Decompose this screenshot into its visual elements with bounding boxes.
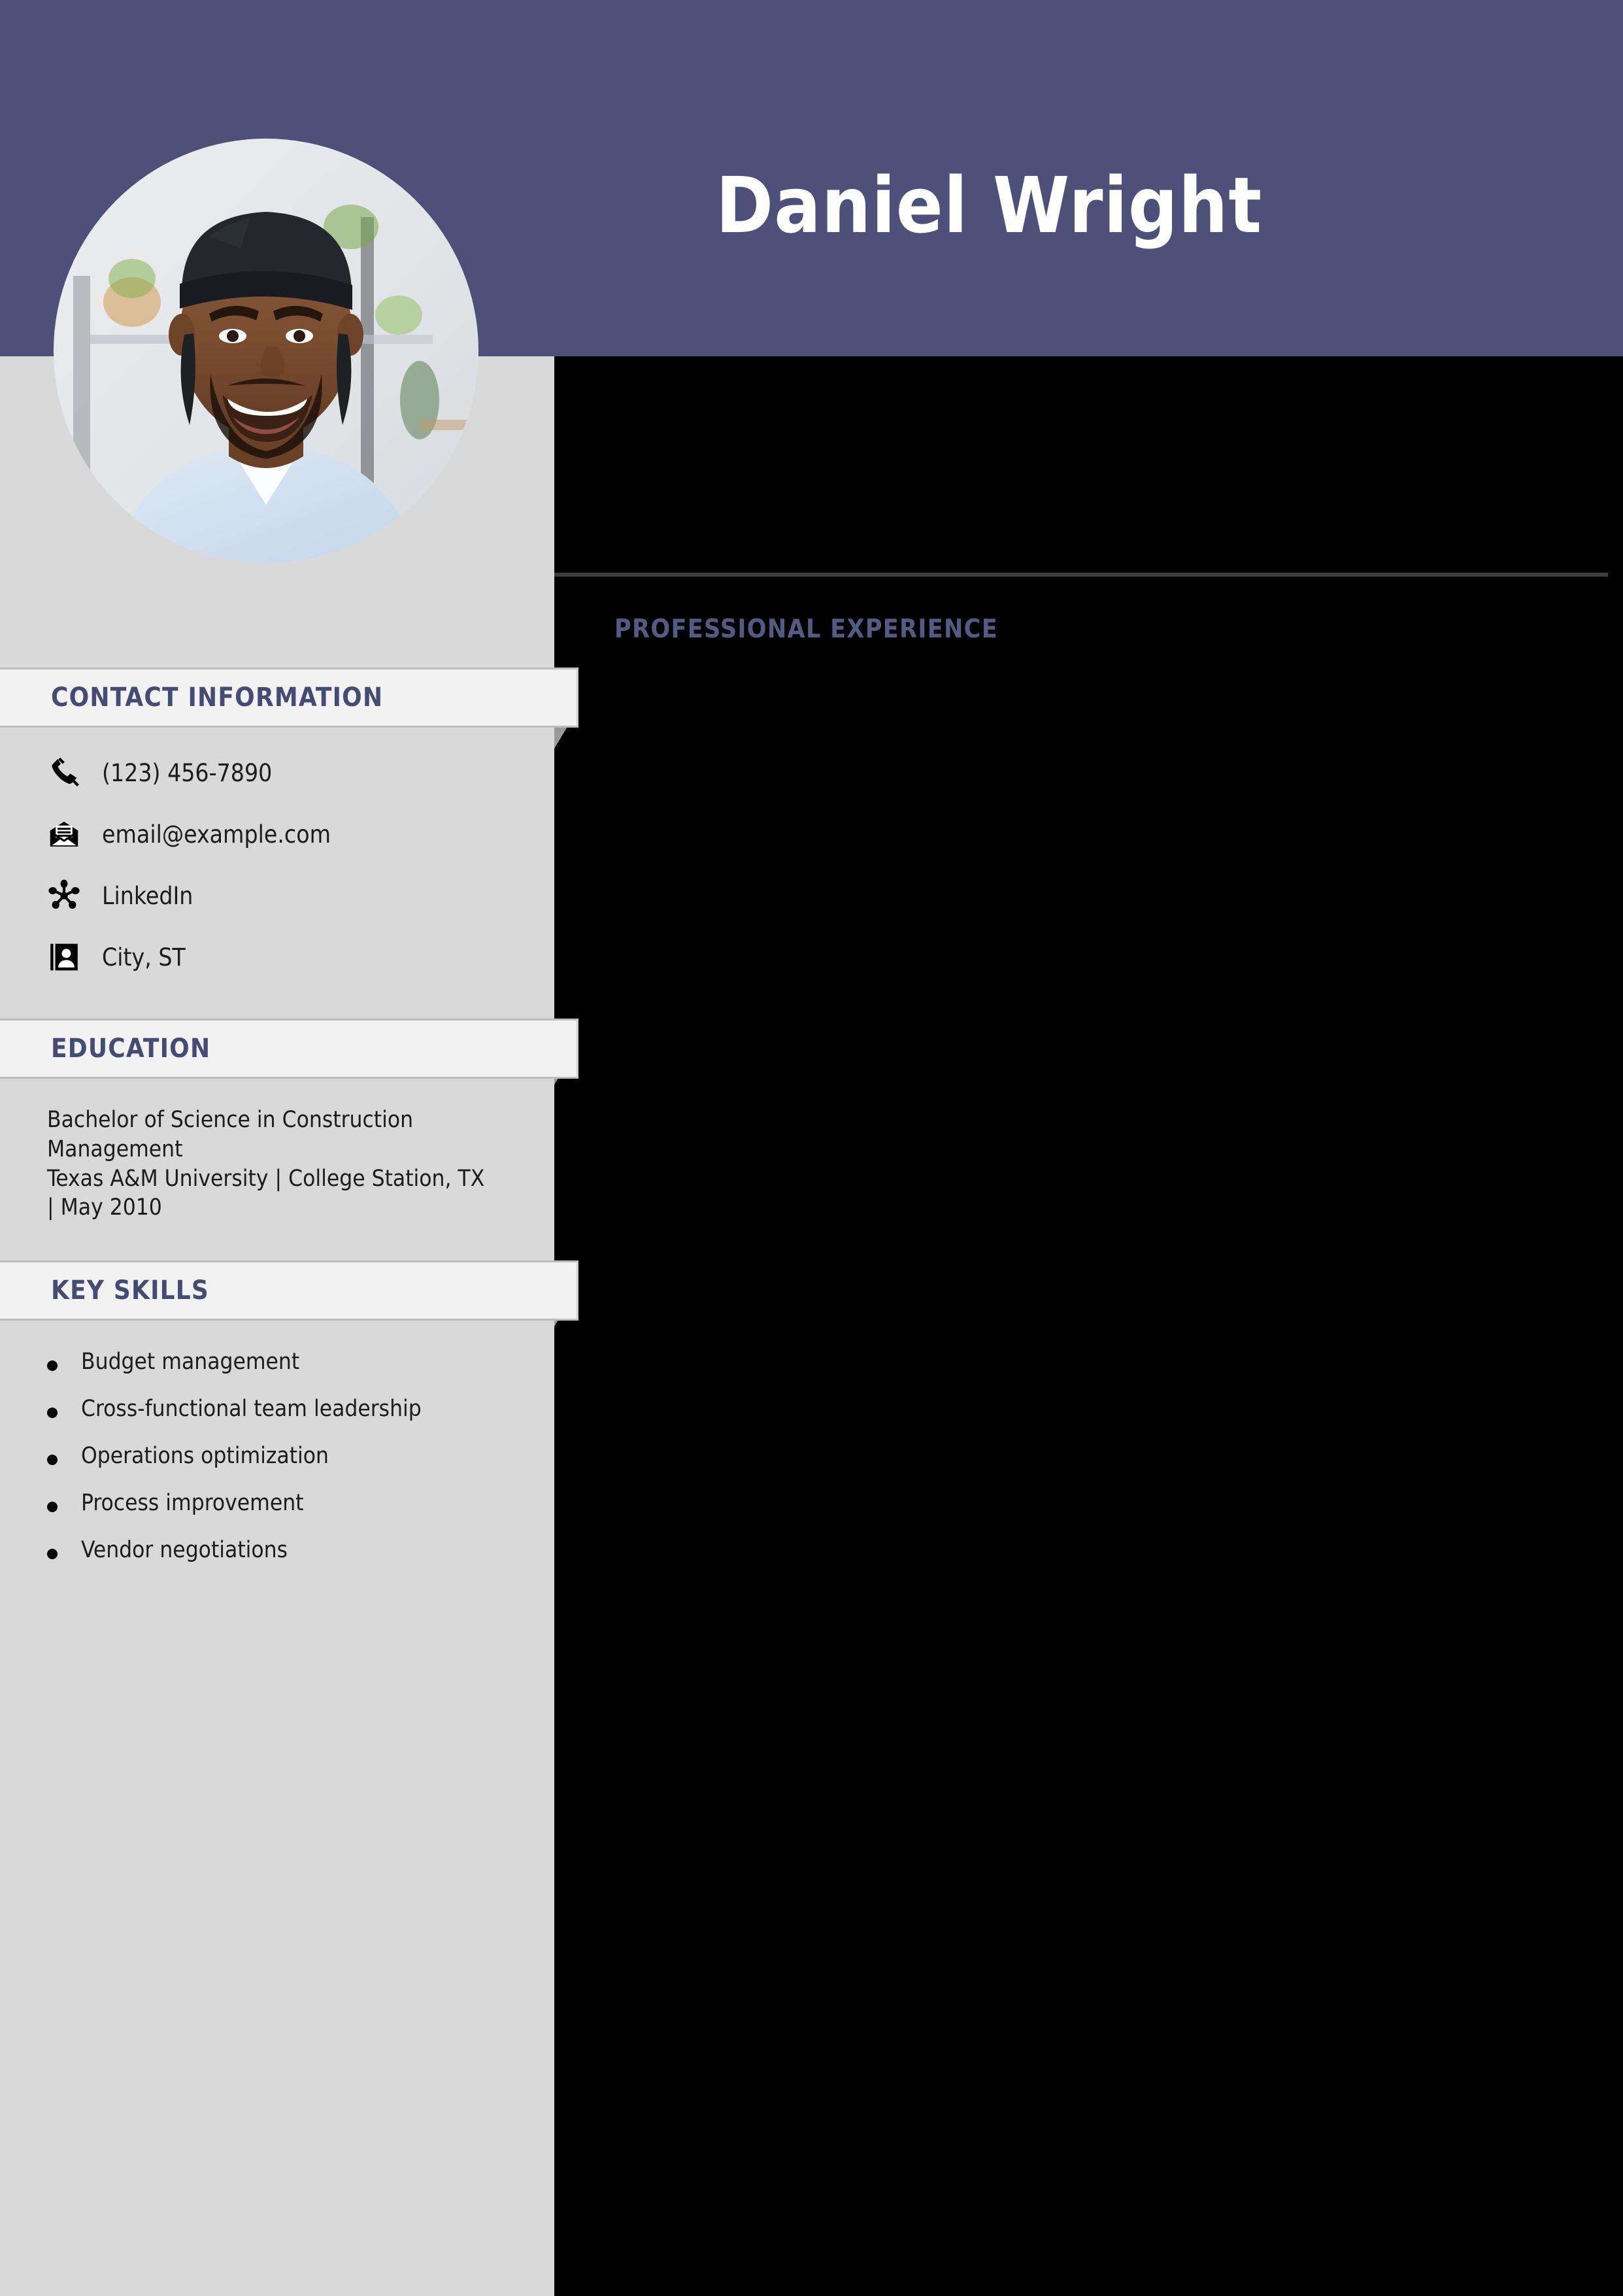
contact-row-linkedin[interactable]: LinkedIn (0, 865, 554, 926)
contact-section-title: CONTACT INFORMATION (51, 683, 384, 713)
bullet-icon (47, 1408, 58, 1418)
main-column (554, 356, 1623, 2296)
bullet-icon (47, 1549, 58, 1559)
contact-information-list: (123) 456-7890 email@example.com LinkedI… (0, 742, 554, 988)
sidebar-section-header-education: EDUCATION (0, 1019, 578, 1079)
skills-section-title: KEY SKILLS (51, 1275, 210, 1306)
contact-card-icon (47, 940, 90, 974)
avatar (54, 139, 478, 564)
page-title: Daniel Wright (716, 160, 1263, 250)
contact-value-location: City, ST (102, 943, 186, 971)
education-line: Texas A&M University | College Station, … (47, 1165, 485, 1192)
bullet-icon (47, 1360, 58, 1371)
education-line: Management (47, 1136, 183, 1162)
list-item: Cross-functional team leadership (47, 1396, 515, 1422)
list-item: Vendor negotiations (47, 1537, 515, 1563)
skill-label: Process improvement (81, 1490, 304, 1516)
education-line: | May 2010 (47, 1194, 162, 1221)
bullet-icon (47, 1502, 58, 1512)
skill-label: Operations optimization (81, 1443, 329, 1469)
list-item: Process improvement (47, 1490, 515, 1516)
contact-row-email[interactable]: email@example.com (0, 803, 554, 865)
professional-experience-section-title: PROFESSIONAL EXPERIENCE (614, 615, 998, 644)
sidebar-section-header-skills: KEY SKILLS (0, 1260, 578, 1321)
skill-label: Budget management (81, 1349, 300, 1375)
main-divider (554, 573, 1608, 577)
skill-label: Vendor negotiations (81, 1537, 288, 1563)
skill-label: Cross-functional team leadership (81, 1396, 422, 1422)
network-hub-icon (47, 879, 90, 913)
resume-page: Daniel Wright CONTACT INFORMATION (123) … (0, 0, 1623, 2296)
contact-row-phone[interactable]: (123) 456-7890 (0, 742, 554, 803)
education-section-title: EDUCATION (51, 1034, 211, 1064)
phone-icon (47, 756, 90, 790)
envelope-icon (47, 817, 90, 851)
list-item: Budget management (47, 1349, 515, 1375)
sidebar-section-header-contact: CONTACT INFORMATION (0, 667, 578, 728)
list-item: Operations optimization (47, 1443, 515, 1469)
education-body: Bachelor of Science in Construction Mana… (0, 1079, 554, 1242)
contact-row-location[interactable]: City, ST (0, 926, 554, 988)
education-line: Bachelor of Science in Construction (47, 1107, 414, 1133)
contact-value-email: email@example.com (102, 820, 331, 849)
key-skills-list: Budget management Cross-functional team … (0, 1321, 554, 1589)
contact-value-linkedin: LinkedIn (102, 881, 193, 910)
bullet-icon (47, 1455, 58, 1465)
contact-value-phone: (123) 456-7890 (102, 758, 273, 787)
